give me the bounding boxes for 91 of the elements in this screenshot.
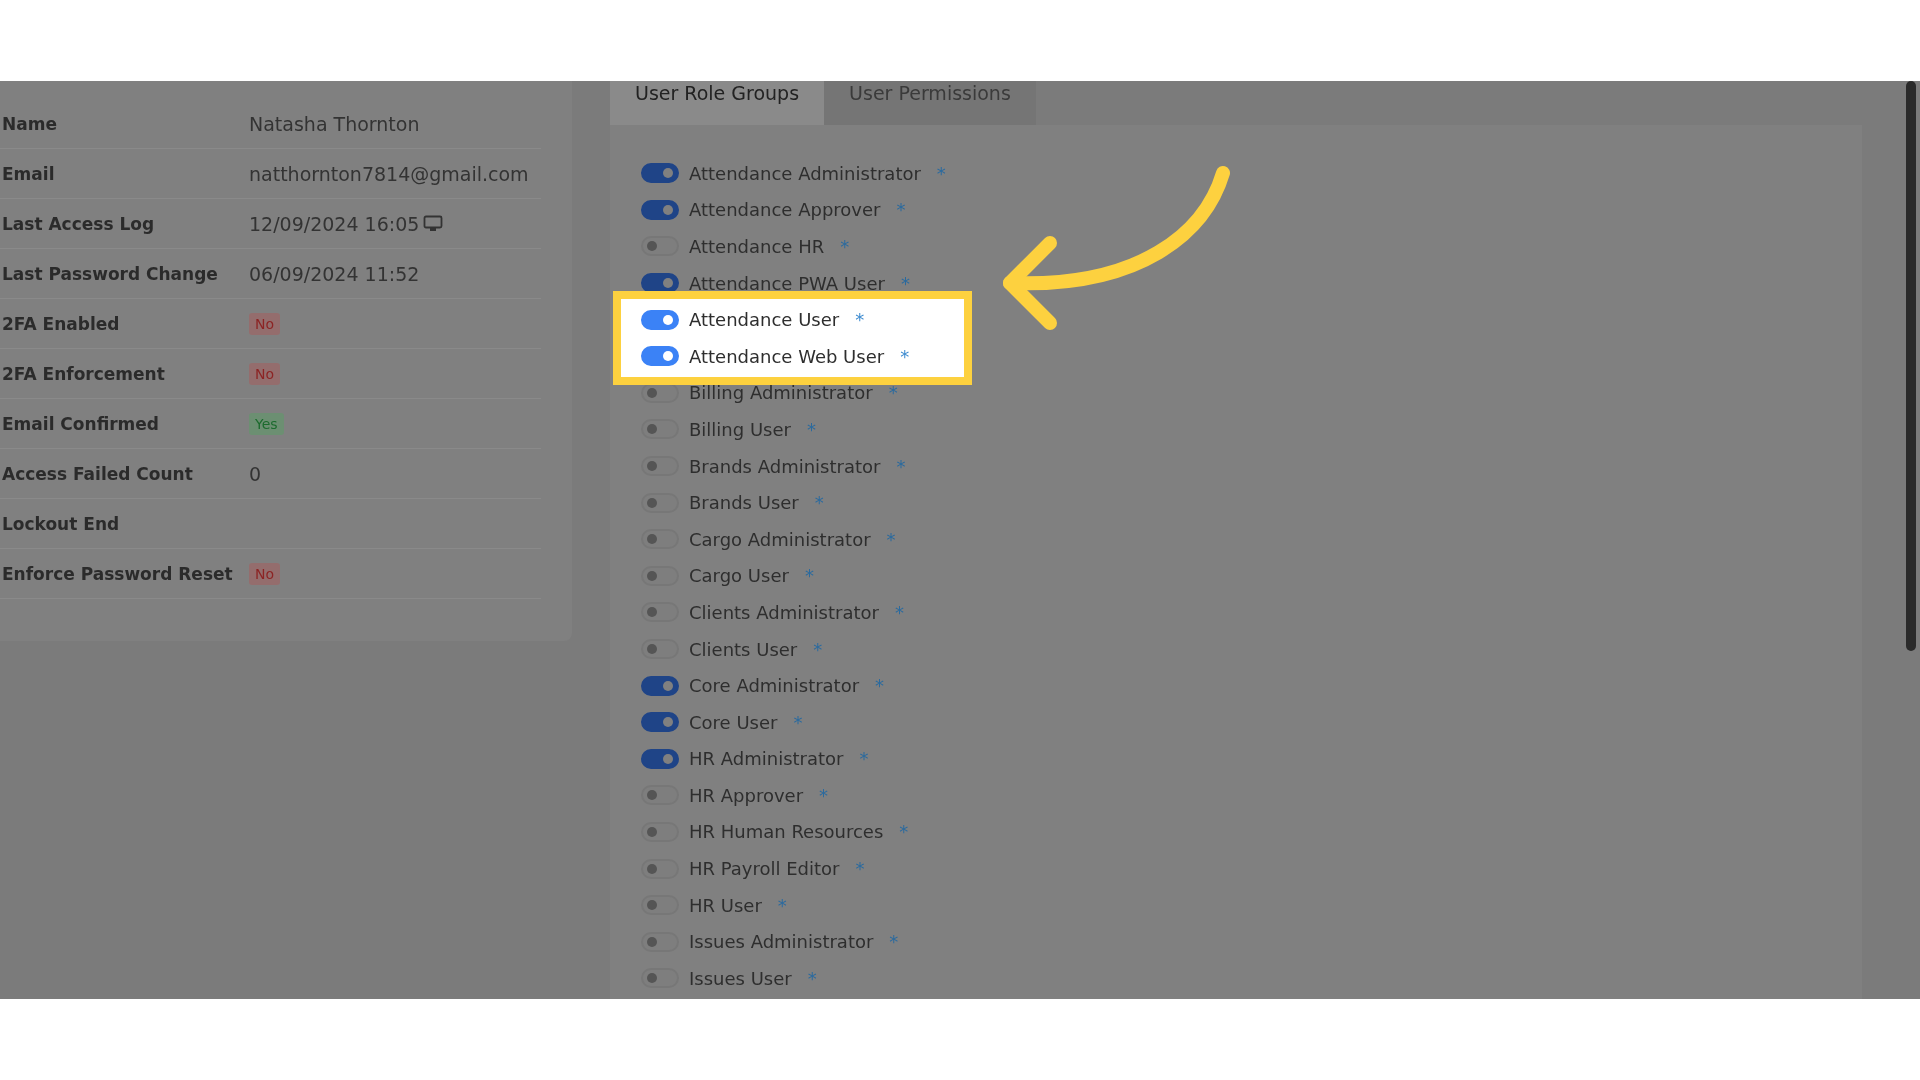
toggle-switch[interactable]: [641, 456, 679, 477]
required-mark: *: [806, 418, 816, 440]
required-mark: *: [889, 931, 899, 953]
role-name: Cargo User: [689, 565, 789, 587]
required-mark: *: [813, 638, 823, 660]
status-badge: No: [249, 312, 281, 335]
required-mark: *: [859, 748, 869, 770]
toggle-switch[interactable]: [641, 492, 679, 513]
required-mark: *: [896, 455, 906, 477]
toggle-switch[interactable]: [641, 968, 679, 989]
role-name: Brands Administrator: [689, 455, 881, 477]
required-mark: *: [819, 784, 829, 806]
role-name: Attendance User: [689, 309, 840, 331]
field-label: Last Access Log: [1, 213, 156, 234]
toggle-switch[interactable]: [641, 675, 679, 696]
field-label: Enforce Password Reset: [1, 563, 234, 584]
required-mark: *: [814, 492, 824, 514]
role-name: HR User: [689, 894, 762, 916]
role-name: Issues User: [689, 967, 792, 989]
required-mark: *: [855, 858, 865, 880]
field-value: 12/09/2024 16:05: [249, 212, 420, 235]
required-mark: *: [900, 272, 910, 294]
field-label: 2FA Enforcement: [1, 363, 166, 384]
status-badge: No: [249, 562, 281, 585]
tab[interactable]: User Permissions: [824, 81, 1036, 125]
toggle-switch[interactable]: [641, 785, 679, 806]
monitor-icon: [423, 215, 444, 232]
field-label: Email: [1, 163, 56, 184]
field-label: Access Failed Count: [1, 463, 194, 484]
toggle-switch[interactable]: [641, 895, 679, 916]
role-name: Clients Administrator: [689, 601, 879, 623]
toggle-switch[interactable]: [641, 529, 679, 550]
field-value: natthornton7814@gmail.com: [249, 162, 529, 185]
role-name: HR Human Resources: [689, 821, 884, 843]
role-name: Attendance PWA User: [689, 272, 885, 294]
status-badge: No: [249, 362, 281, 385]
status-badge: Yes: [249, 412, 284, 435]
role-name: Cargo Administrator: [689, 528, 871, 550]
role-name: Attendance Web User: [689, 345, 885, 367]
toggle-switch[interactable]: [641, 309, 679, 330]
field-label: Name: [1, 113, 58, 134]
role-name: HR Administrator: [689, 748, 844, 770]
field-value: Natasha Thornton: [249, 112, 420, 135]
role-name: Clients User: [689, 638, 798, 660]
role-name: HR Approver: [689, 784, 804, 806]
role-name: HR Payroll Editor: [689, 858, 840, 880]
field-label: Email Confirmed: [1, 413, 161, 434]
required-mark: *: [840, 236, 850, 257]
toggle-switch[interactable]: [641, 748, 679, 769]
required-mark: *: [777, 894, 787, 916]
scrollbar[interactable]: [1906, 81, 1916, 651]
role-name: Attendance Approver: [689, 199, 881, 221]
role-name: Core User: [689, 711, 778, 733]
required-mark: *: [875, 675, 885, 697]
toggle-switch[interactable]: [641, 931, 679, 952]
field-label: Lockout End: [1, 513, 121, 534]
field-label: Last Password Change: [1, 263, 219, 284]
required-mark: *: [793, 711, 803, 733]
role-name: Billing Administrator: [689, 382, 873, 404]
toggle-switch[interactable]: [641, 712, 679, 733]
toggle-switch[interactable]: [641, 346, 679, 367]
tab[interactable]: User Role Groups: [610, 81, 825, 125]
toggle-switch[interactable]: [641, 273, 679, 294]
toggle-switch[interactable]: [641, 236, 679, 257]
field-label: 2FA Enabled: [1, 313, 121, 334]
toggle-switch[interactable]: [641, 565, 679, 586]
toggle-switch[interactable]: [641, 163, 679, 184]
toggle-switch[interactable]: [641, 602, 679, 623]
role-name: Billing User: [689, 418, 791, 440]
toggle-switch[interactable]: [641, 639, 679, 659]
required-mark: *: [855, 309, 865, 331]
role-name: Attendance HR: [689, 236, 825, 257]
required-mark: *: [896, 199, 906, 221]
required-mark: *: [894, 601, 904, 623]
toggle-switch[interactable]: [641, 858, 679, 879]
role-name: Core Administrator: [689, 675, 860, 697]
field-value: 06/09/2024 11:52: [249, 262, 420, 285]
required-mark: *: [936, 162, 946, 184]
required-mark: *: [886, 528, 896, 550]
toggle-switch[interactable]: [641, 822, 679, 842]
field-value: 0: [249, 462, 262, 485]
toggle-switch[interactable]: [641, 199, 679, 220]
role-name: Attendance Administrator: [689, 162, 921, 184]
role-name: Brands User: [689, 492, 799, 514]
role-name: Issues Administrator: [689, 931, 874, 953]
required-mark: *: [888, 382, 898, 404]
required-mark: *: [899, 821, 909, 843]
required-mark: *: [807, 967, 817, 989]
required-mark: *: [804, 565, 814, 587]
toggle-switch[interactable]: [641, 419, 679, 440]
required-mark: *: [900, 345, 910, 367]
